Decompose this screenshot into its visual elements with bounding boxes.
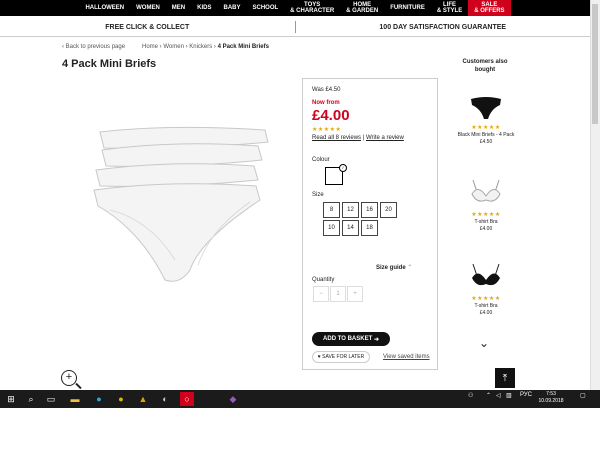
blank-area [0, 408, 600, 474]
chevron-down-icon[interactable]: ⌄ [479, 336, 489, 350]
nav-item[interactable]: TOYS & CHARACTER [284, 0, 340, 16]
rail-product-price: £4.50 [479, 139, 493, 145]
clock-date: 10.09.2018 [538, 398, 564, 404]
language-indicator[interactable]: РУС [520, 392, 532, 398]
heart-icon: ♥ [317, 354, 321, 360]
rail-rating-stars: ★★★★★ [471, 296, 501, 302]
telegram-icon[interactable]: ● [92, 392, 106, 406]
size-option-button[interactable]: 12 [342, 202, 359, 218]
chevron-up-icon: ⌃ [407, 265, 413, 271]
clock[interactable]: 7:53 10.09.2018 [536, 391, 566, 405]
rail-product-name: T-shirt Bra [474, 303, 498, 309]
rail-product[interactable]: ★★★★★ T-shirt Bra £4.00 [448, 178, 524, 233]
quantity-increase-button[interactable]: + [347, 286, 363, 302]
notification-icon[interactable]: ▢ [580, 392, 586, 399]
chrome-icon[interactable]: ● [114, 392, 128, 406]
quantity-input[interactable]: 1 [330, 286, 346, 302]
nav-item[interactable]: LIFE & STYLE [431, 0, 468, 16]
size-option-button[interactable]: 8 [323, 202, 340, 218]
product-image[interactable] [80, 120, 280, 300]
write-review-link[interactable]: Write a review [366, 135, 404, 141]
guarantee-banner[interactable]: 100 DAY SATISFACTION GUARANTEE [296, 18, 591, 36]
white-bra-image [471, 179, 501, 202]
rail-product[interactable]: ★★★★★ Black Mini Briefs - 4 Pack £4.50 [448, 95, 524, 146]
size-option-button[interactable]: 16 [361, 202, 378, 218]
product-title: 4 Pack Mini Briefs [62, 58, 157, 70]
read-reviews-link[interactable]: Read all 8 reviews [312, 135, 361, 141]
quantity-label: Quantity [312, 277, 335, 283]
nav-item[interactable]: HALLOWEEN [79, 0, 130, 16]
people-icon[interactable]: ⚇ [468, 392, 473, 399]
app-icon[interactable]: ◐ [158, 392, 172, 406]
arrow-right-icon: ➜ [373, 336, 379, 343]
black-briefs-image [471, 97, 501, 119]
nav-item[interactable]: BABY [217, 0, 246, 16]
nav-item[interactable]: MEN [166, 0, 191, 16]
breadcrumb-path[interactable]: Home › Women › Knickers › [142, 44, 216, 50]
nav-item[interactable]: FURNITURE [384, 0, 431, 16]
app-icon[interactable]: ◆ [226, 392, 240, 406]
rating-stars: ★★★★★ [312, 127, 342, 133]
rail-rating-stars: ★★★★★ [471, 212, 501, 218]
breadcrumb: Home › Women › Knickers › 4 Pack Mini Br… [142, 44, 269, 50]
rail-product[interactable]: ★★★★★ T-shirt Bra £4.00 [448, 262, 524, 317]
tray-chevron-icon[interactable]: ⌃ [486, 392, 491, 399]
clock-time: 7:53 [546, 391, 556, 397]
size-option-button[interactable]: 10 [323, 220, 340, 236]
was-price: Was £4.50 [312, 87, 341, 93]
nav-item[interactable]: KIDS [191, 0, 217, 16]
quantity-stepper: − 1 + [313, 286, 364, 302]
speaker-icon[interactable]: ◁ [496, 392, 501, 399]
size-guide-label: Size guide [376, 265, 406, 271]
size-option-button[interactable]: 14 [342, 220, 359, 236]
rail-rating-stars: ★★★★★ [471, 125, 501, 131]
price: £4.00 [312, 107, 350, 124]
quantity-decrease-button[interactable]: − [313, 286, 329, 302]
network-icon[interactable]: ▥ [506, 392, 512, 399]
nav-item[interactable]: SCHOOL [247, 0, 285, 16]
app-icon[interactable]: ▲ [136, 392, 150, 406]
promo-banner: FREE CLICK & COLLECT 100 DAY SATISFACTIO… [0, 18, 590, 37]
size-label: Size [312, 192, 324, 198]
black-bra-image [472, 263, 500, 286]
breadcrumb-current: 4 Pack Mini Briefs [217, 44, 269, 50]
search-icon[interactable]: ⌕ [24, 392, 38, 406]
nav-item[interactable]: HOME & GARDEN [340, 0, 384, 16]
rail-product-name: T-shirt Bra [474, 219, 498, 225]
arrow-up-icon: ⤒ [502, 372, 508, 384]
view-saved-items-link[interactable]: View saved items [383, 354, 430, 360]
add-to-basket-label: ADD TO BASKET [323, 336, 373, 342]
main-nav: HALLOWEEN WOMEN MEN KIDS BABY SCHOOL TOYS & CH… [0, 0, 590, 16]
reviews-row: Read all 8 reviews | Write a review [312, 135, 404, 141]
now-from-label: Now from [312, 100, 340, 106]
task-view-icon[interactable]: ▭ [44, 392, 58, 406]
size-option-button[interactable]: 20 [380, 202, 397, 218]
nav-item[interactable]: SALE & OFFERS [468, 0, 511, 16]
zoom-icon[interactable]: + [61, 370, 77, 386]
save-for-later-button[interactable]: ♥ SAVE FOR LATER [312, 351, 370, 363]
add-to-basket-button[interactable]: ADD TO BASKET ➜ [312, 332, 390, 346]
scroll-to-top-button[interactable]: ⤒ [495, 368, 515, 388]
buy-box: Was £4.50 Now from £4.00 ★★★★★ Read all … [302, 78, 438, 370]
opera-icon[interactable]: ○ [180, 392, 194, 406]
windows-start-icon[interactable]: ⊞ [4, 392, 18, 406]
rail-product-name: Black Mini Briefs - 4 Pack [457, 132, 515, 138]
web-page: HALLOWEEN WOMEN MEN KIDS BABY SCHOOL TOYS & CH… [0, 0, 590, 390]
size-option-button[interactable]: 18 [361, 220, 378, 236]
size-guide-link[interactable]: Size guide ⌃ [376, 264, 412, 271]
customers-also-bought-title: Customers also bought [462, 59, 508, 73]
colour-label: Colour [312, 157, 330, 163]
rail-product-price: £4.00 [479, 226, 493, 232]
back-link[interactable]: ‹ Back to previous page [62, 44, 125, 50]
rail-product-price: £4.00 [479, 310, 493, 316]
scrollbar-thumb[interactable] [592, 4, 598, 124]
save-for-later-label: SAVE FOR LATER [322, 354, 365, 360]
nav-item[interactable]: WOMEN [130, 0, 166, 16]
check-icon: ✓ [339, 164, 347, 172]
file-explorer-icon[interactable]: ▬ [68, 392, 82, 406]
click-collect-banner[interactable]: FREE CLICK & COLLECT [0, 18, 295, 36]
